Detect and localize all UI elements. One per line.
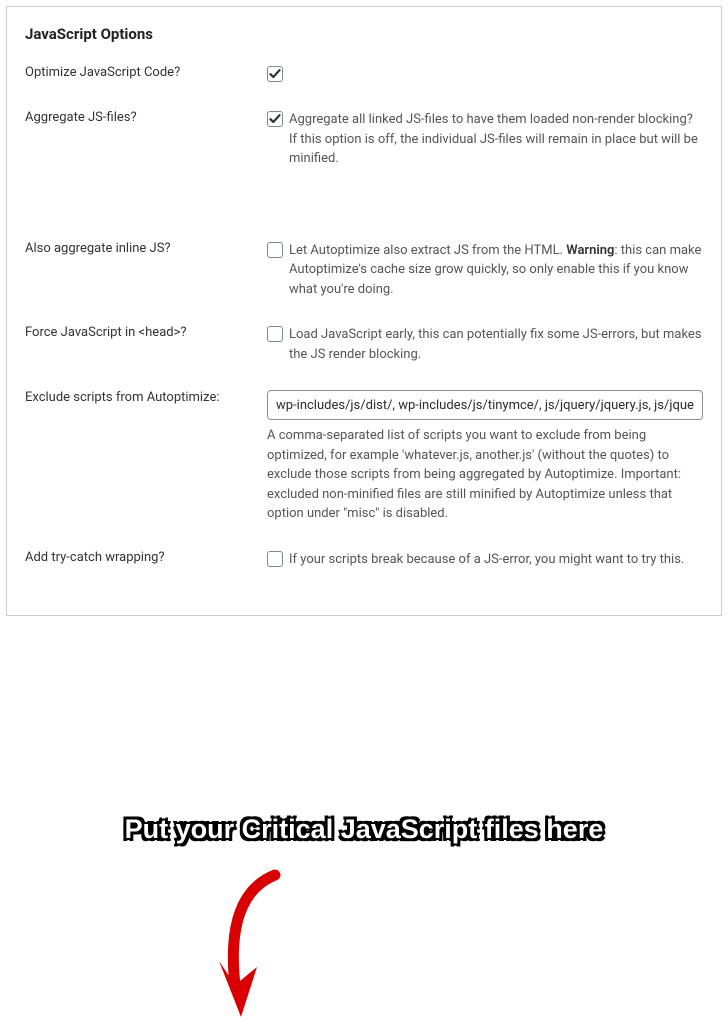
exclude-scripts-label: Exclude scripts from Autoptimize:: [25, 390, 267, 405]
row-aggregate-js: Aggregate JS-files? Aggregate all linked…: [25, 110, 703, 169]
force-head-label: Force JavaScript in <head>?: [25, 325, 267, 340]
inline-js-label: Also aggregate inline JS?: [25, 241, 267, 256]
panel-title: JavaScript Options: [25, 25, 703, 43]
inline-js-desc-warn: Warning: [566, 243, 614, 258]
trycatch-label: Add try-catch wrapping?: [25, 550, 267, 565]
trycatch-checkbox[interactable]: [267, 551, 283, 567]
exclude-scripts-input[interactable]: [267, 390, 703, 420]
aggregate-js-desc: Aggregate all linked JS-files to have th…: [289, 110, 703, 169]
inline-js-checkbox[interactable]: [267, 242, 283, 258]
force-head-desc: Load JavaScript early, this can potentia…: [289, 325, 703, 364]
js-options-panel: JavaScript Options Optimize JavaScript C…: [6, 6, 722, 616]
callout-text: Put your Critical JavaScript files here: [125, 814, 604, 845]
inline-js-desc-pre: Let Autoptimize also extract JS from the…: [289, 243, 566, 258]
row-force-head: Force JavaScript in <head>? Load JavaScr…: [25, 325, 703, 364]
force-head-checkbox[interactable]: [267, 326, 283, 342]
exclude-scripts-help: A comma-separated list of scripts you wa…: [267, 426, 703, 524]
optimize-js-label: Optimize JavaScript Code?: [25, 65, 267, 80]
optimize-js-checkbox[interactable]: [267, 66, 283, 82]
row-trycatch: Add try-catch wrapping? If your scripts …: [25, 550, 703, 571]
row-inline-js: Also aggregate inline JS? Let Autoptimiz…: [25, 241, 703, 300]
row-optimize-js: Optimize JavaScript Code?: [25, 65, 703, 84]
trycatch-desc: If your scripts break because of a JS-er…: [289, 550, 703, 570]
arrow-icon: [215, 867, 305, 1027]
inline-js-desc: Let Autoptimize also extract JS from the…: [289, 241, 703, 300]
aggregate-js-label: Aggregate JS-files?: [25, 110, 267, 125]
row-exclude-scripts: Exclude scripts from Autoptimize: A comm…: [25, 390, 703, 524]
aggregate-js-checkbox[interactable]: [267, 111, 283, 127]
